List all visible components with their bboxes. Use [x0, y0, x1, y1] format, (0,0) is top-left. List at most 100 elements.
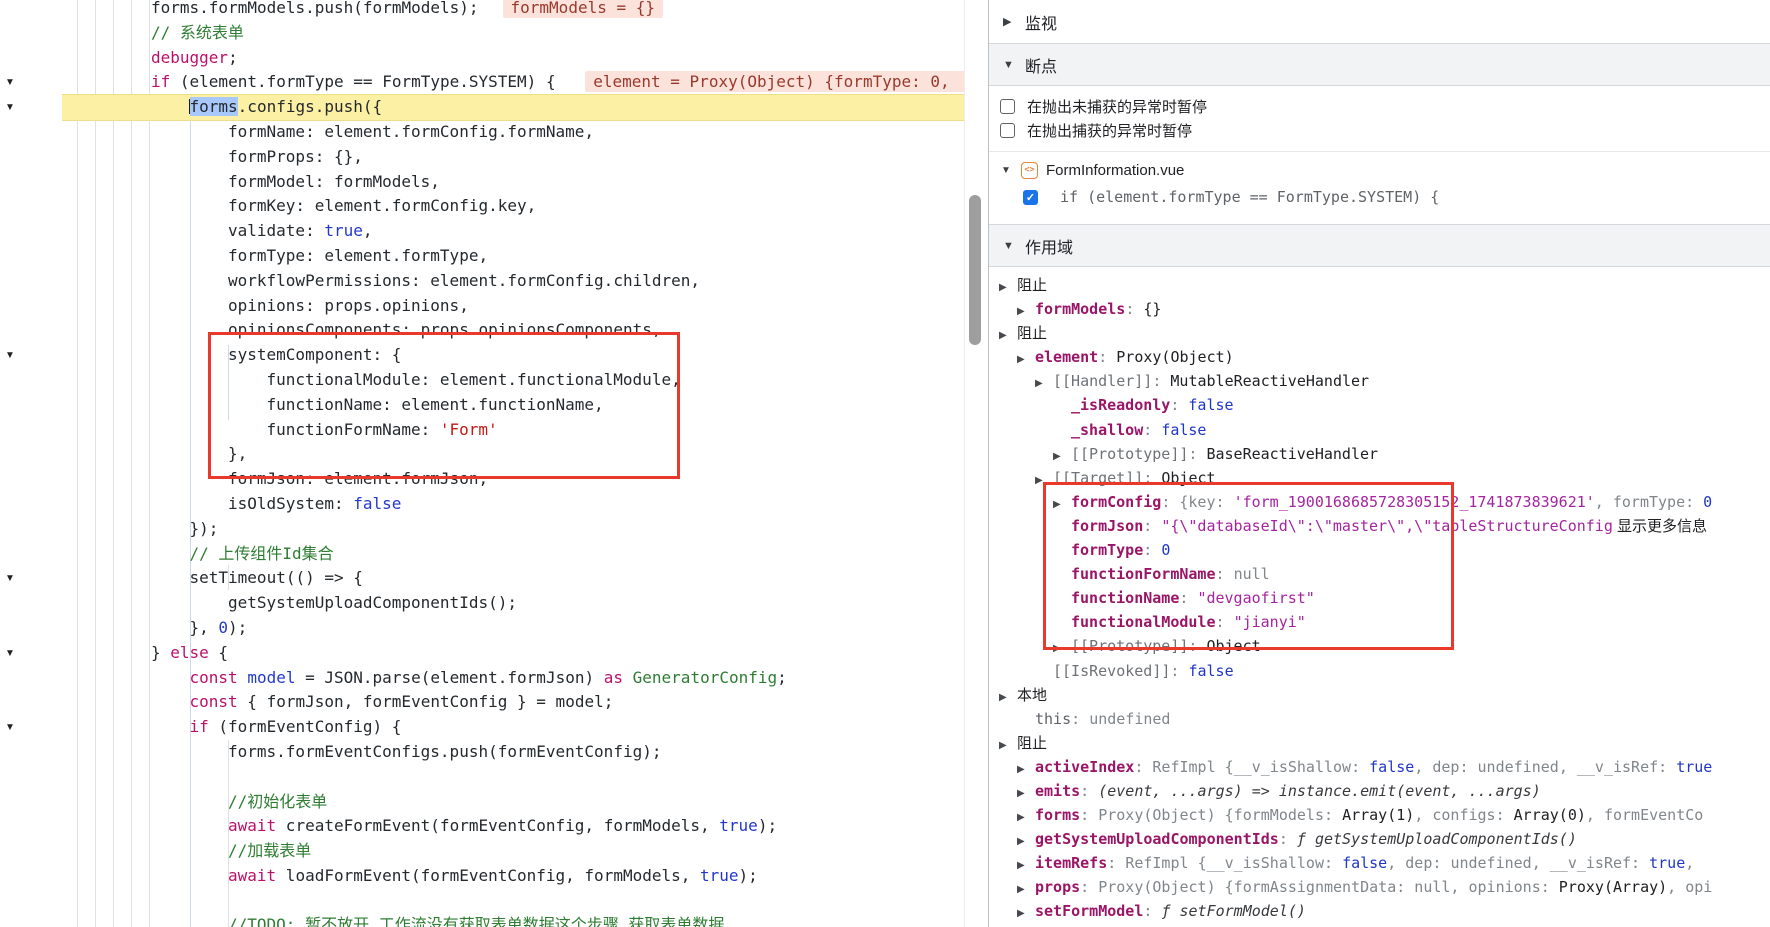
- chevron-down-icon[interactable]: ▼: [1003, 59, 1025, 71]
- code-line[interactable]: formJson: element.formJson,: [62, 467, 988, 492]
- chevron-right-icon[interactable]: ▶: [1017, 902, 1035, 923]
- code-line[interactable]: forms.formEventConfigs.push(formEventCon…: [62, 740, 988, 765]
- pause-on-uncaught-row[interactable]: 在抛出未捕获的异常时暂停: [989, 94, 1770, 118]
- chevron-right-icon[interactable]: ▶: [1017, 348, 1035, 369]
- code-line[interactable]: opinions: props.opinions,: [62, 294, 988, 319]
- breakpoints-section-header[interactable]: ▼ 断点: [989, 43, 1770, 86]
- code-line[interactable]: isOldSystem: false: [62, 492, 988, 517]
- source-editor[interactable]: ▼ ▼ ▼ ▼ ▼ ▼ forms.formModels.push(formModels)…: [0, 0, 988, 927]
- code-line[interactable]: //加载表单: [62, 839, 988, 864]
- scope-itemrefs[interactable]: ▶itemRefs: RefImpl {__v_isShallow: false…: [989, 851, 1770, 875]
- chevron-right-icon[interactable]: ▶: [1017, 758, 1035, 779]
- code-line[interactable]: }, 0);: [62, 616, 988, 641]
- pause-on-caught-checkbox[interactable]: [1000, 123, 1015, 138]
- scope-formconfig[interactable]: ▶formConfig: {key: 'form_190016868572830…: [989, 490, 1770, 514]
- scope-emits[interactable]: ▶emits: (event, ...args) => instance.emi…: [989, 779, 1770, 803]
- code-area[interactable]: forms.formModels.push(formModels);formMo…: [0, 0, 988, 927]
- fold-marker-icon[interactable]: ▼: [5, 646, 15, 662]
- code-line[interactable]: const model = JSON.parse(element.formJso…: [62, 666, 988, 691]
- chevron-right-icon[interactable]: ▶: [1035, 372, 1053, 393]
- scope-getsystemuploadcomponentids[interactable]: ▶getSystemUploadComponentIds: ƒ getSyste…: [989, 827, 1770, 851]
- code-line[interactable]: const { formJson, formEventConfig } = mo…: [62, 690, 988, 715]
- scrollbar-thumb[interactable]: [969, 195, 981, 345]
- chevron-right-icon[interactable]: ▶: [999, 324, 1017, 345]
- code-line[interactable]: if (element.formType == FormType.SYSTEM)…: [62, 70, 988, 95]
- scope-handler[interactable]: ▶[[Handler]]: MutableReactiveHandler: [989, 369, 1770, 393]
- code-line[interactable]: setTimeout(() => {: [62, 566, 988, 591]
- scope-props[interactable]: ▶props: Proxy(Object) {formAssignmentDat…: [989, 875, 1770, 899]
- scope-prototype2[interactable]: ▶[[Prototype]]: Object: [989, 634, 1770, 658]
- scope-block[interactable]: ▶阻止: [989, 731, 1770, 755]
- fold-marker-icon[interactable]: ▼: [5, 571, 15, 587]
- code-line[interactable]: },: [62, 442, 988, 467]
- chevron-right-icon[interactable]: ▶: [1017, 854, 1035, 875]
- pause-on-uncaught-checkbox[interactable]: [1000, 99, 1015, 114]
- watch-section-header[interactable]: ▶ 监视: [989, 0, 1770, 43]
- scope-section-header[interactable]: ▼ 作用域: [989, 224, 1770, 267]
- chevron-right-icon[interactable]: ▶: [1053, 445, 1071, 466]
- fold-gutter[interactable]: ▼ ▼ ▼ ▼ ▼ ▼: [0, 0, 30, 927]
- code-line[interactable]: //初始化表单: [62, 790, 988, 815]
- code-line[interactable]: if (formEventConfig) {: [62, 715, 988, 740]
- code-line[interactable]: formModel: formModels,: [62, 170, 988, 195]
- code-line[interactable]: [62, 765, 988, 790]
- code-line[interactable]: opinionsComponents: props.opinionsCompon…: [62, 318, 988, 343]
- code-line[interactable]: functionFormName: 'Form': [62, 418, 988, 443]
- code-line[interactable]: formProps: {},: [62, 145, 988, 170]
- code-line[interactable]: systemComponent: {: [62, 343, 988, 368]
- fold-marker-icon[interactable]: ▼: [5, 348, 15, 364]
- code-line[interactable]: // 上传组件Id集合: [62, 542, 988, 567]
- pause-on-caught-row[interactable]: 在抛出捕获的异常时暂停: [989, 118, 1770, 142]
- code-line[interactable]: formName: element.formConfig.formName,: [62, 120, 988, 145]
- execution-line[interactable]: forms.configs.push({: [62, 95, 988, 120]
- scope-activeindex[interactable]: ▶activeIndex: RefImpl {__v_isShallow: fa…: [989, 755, 1770, 779]
- code-line[interactable]: workflowPermissions: element.formConfig.…: [62, 269, 988, 294]
- scope-block[interactable]: ▶阻止: [989, 321, 1770, 345]
- scope-forms[interactable]: ▶forms: Proxy(Object) {formModels: Array…: [989, 803, 1770, 827]
- editor-scrollbar[interactable]: [964, 0, 988, 927]
- chevron-right-icon[interactable]: ▶: [1017, 806, 1035, 827]
- chevron-right-icon[interactable]: ▶: [1017, 830, 1035, 851]
- fold-marker-icon[interactable]: ▼: [5, 100, 15, 116]
- breakpoint-checkbox[interactable]: ✓: [1023, 190, 1038, 205]
- fold-marker-icon[interactable]: ▼: [5, 75, 15, 91]
- chevron-right-icon[interactable]: ▶: [1017, 878, 1035, 899]
- breakpoint-entry[interactable]: ✓ if (element.formType == FormType.SYSTE…: [989, 184, 1770, 210]
- scope-block[interactable]: ▶阻止: [989, 273, 1770, 297]
- scope-var-formModels[interactable]: ▶formModels: {}: [989, 297, 1770, 321]
- code-token: },: [228, 444, 247, 463]
- scope-var-element[interactable]: ▶element: Proxy(Object): [989, 345, 1770, 369]
- chevron-right-icon[interactable]: ▶: [999, 276, 1017, 297]
- scope-local[interactable]: ▶本地: [989, 683, 1770, 707]
- code-line[interactable]: forms.formModels.push(formModels);formMo…: [62, 0, 988, 21]
- chevron-right-icon[interactable]: ▶: [1003, 15, 1025, 28]
- code-line[interactable]: debugger;: [62, 46, 988, 71]
- scope-setformmodel[interactable]: ▶setFormModel: ƒ setFormModel(): [989, 899, 1770, 923]
- code-line[interactable]: });: [62, 517, 988, 542]
- chevron-right-icon[interactable]: ▶: [999, 686, 1017, 707]
- code-line[interactable]: } else {: [62, 641, 988, 666]
- chevron-right-icon[interactable]: ▶: [1035, 469, 1053, 490]
- chevron-right-icon[interactable]: ▶: [1053, 637, 1071, 658]
- chevron-right-icon[interactable]: ▶: [1053, 493, 1071, 514]
- breakpoint-file-group[interactable]: ▼ <> FormInformation.vue: [989, 156, 1770, 184]
- code-line[interactable]: //TODO: 暂不放开 工作流没有获取表单数据这个步骤 获取表单数据: [62, 913, 988, 927]
- code-line[interactable]: functionName: element.functionName,: [62, 393, 988, 418]
- chevron-right-icon[interactable]: ▶: [999, 734, 1017, 755]
- code-line[interactable]: await loadFormEvent(formEventConfig, for…: [62, 864, 988, 889]
- scope-prototype[interactable]: ▶[[Prototype]]: BaseReactiveHandler: [989, 442, 1770, 466]
- code-line[interactable]: // 系统表单: [62, 21, 988, 46]
- chevron-down-icon[interactable]: ▼: [1003, 240, 1025, 252]
- code-line[interactable]: formKey: element.formConfig.key,: [62, 194, 988, 219]
- chevron-right-icon[interactable]: ▶: [1017, 782, 1035, 803]
- code-line[interactable]: await createFormEvent(formEventConfig, f…: [62, 814, 988, 839]
- chevron-right-icon[interactable]: ▶: [1017, 300, 1035, 321]
- fold-marker-icon[interactable]: ▼: [5, 720, 15, 736]
- code-line[interactable]: [62, 889, 988, 914]
- code-line[interactable]: validate: true,: [62, 219, 988, 244]
- code-line[interactable]: functionalModule: element.functionalModu…: [62, 368, 988, 393]
- code-line[interactable]: getSystemUploadComponentIds();: [62, 591, 988, 616]
- chevron-down-icon[interactable]: ▼: [1001, 165, 1021, 176]
- code-line[interactable]: formType: element.formType,: [62, 244, 988, 269]
- scope-target[interactable]: ▶[[Target]]: Object: [989, 466, 1770, 490]
